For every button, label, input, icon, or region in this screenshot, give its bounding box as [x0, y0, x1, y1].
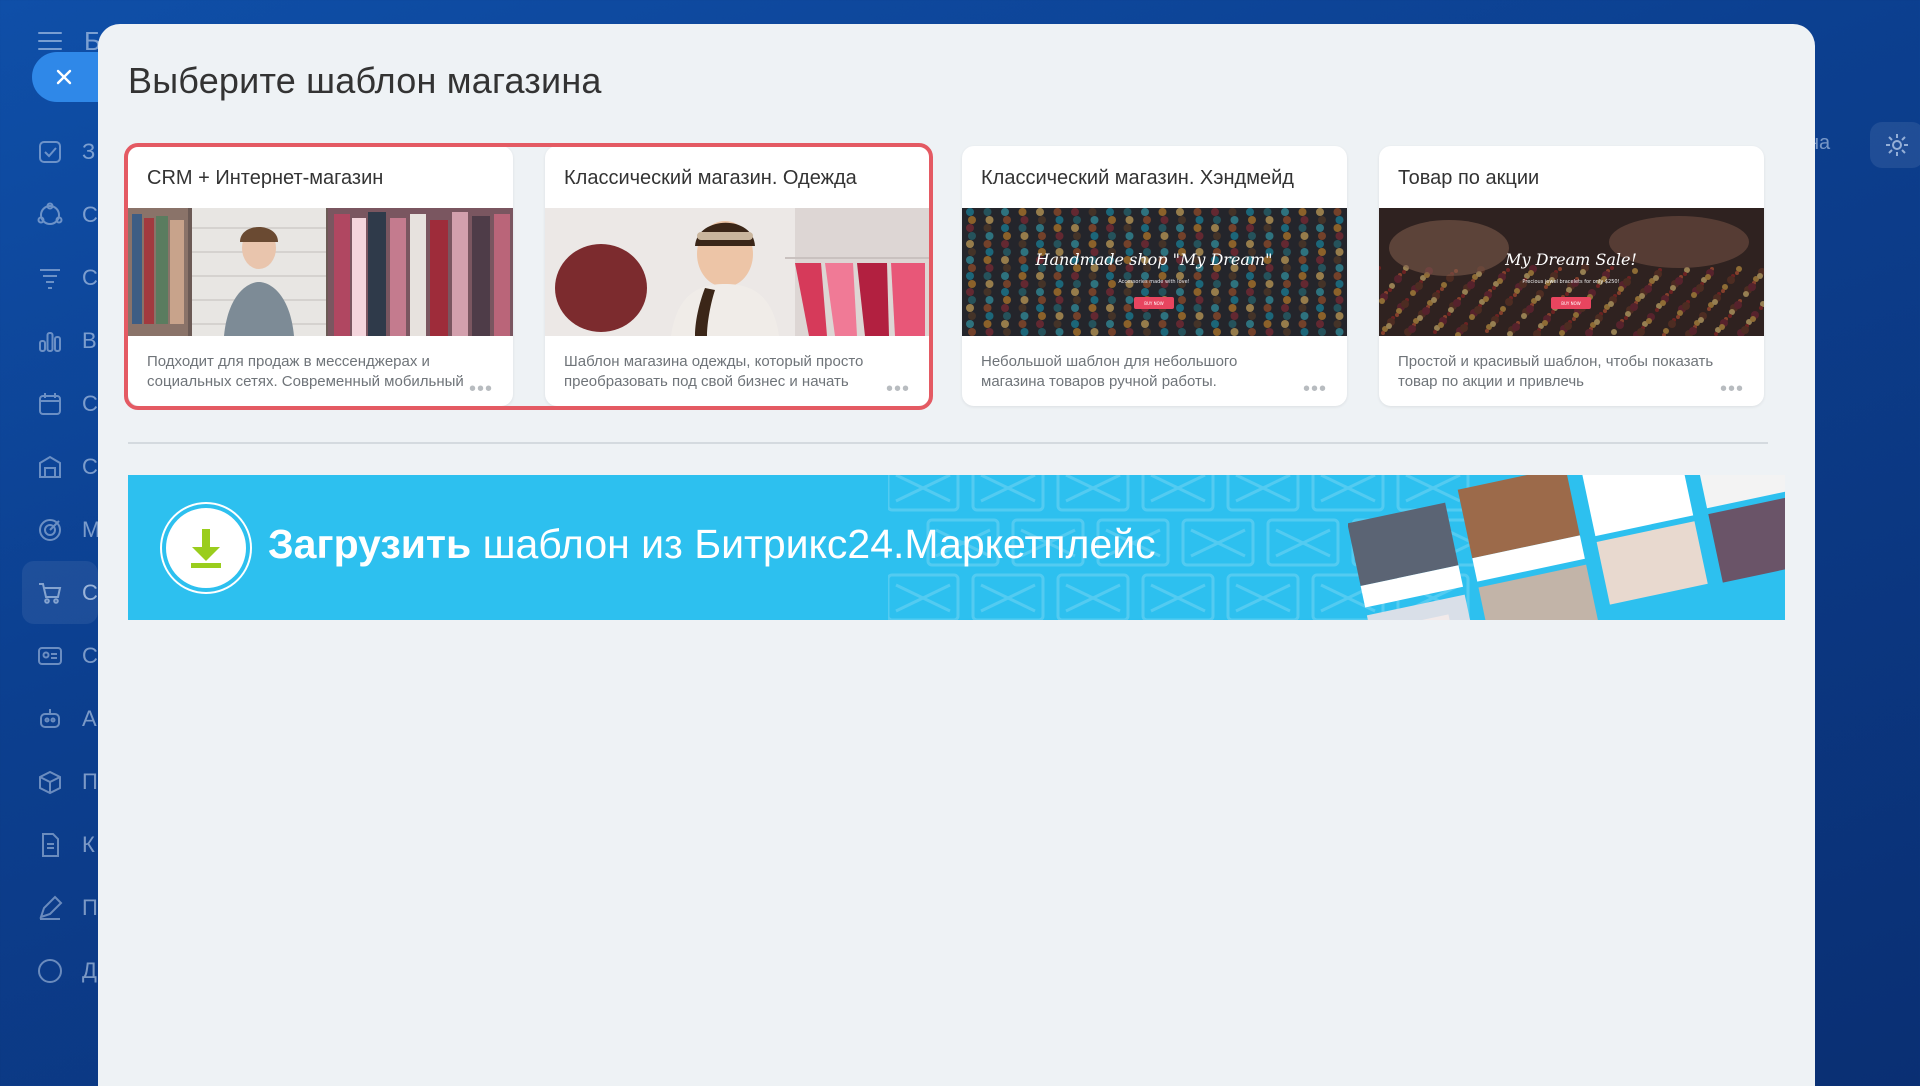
- ai-badge-icon: [38, 958, 62, 983]
- sidebar-item-analytics[interactable]: В: [22, 309, 98, 372]
- box-icon: [39, 770, 61, 794]
- template-card-title: Классический магазин. Одежда: [564, 167, 857, 189]
- bar-chart-icon: [39, 331, 61, 352]
- template-card-title: Классический магазин. Хэндмейд: [981, 167, 1294, 189]
- sidebar-item-warehouse[interactable]: С: [22, 435, 98, 498]
- sidebar-item-label: А: [82, 705, 97, 731]
- cart-icon: [39, 582, 62, 604]
- target-icon: [39, 518, 61, 541]
- template-card-sale[interactable]: Товар по акции My Dream Sale! Precious j…: [1379, 146, 1764, 406]
- more-icon[interactable]: •••: [1303, 378, 1327, 401]
- more-icon[interactable]: •••: [886, 378, 910, 401]
- page-title: Выберите шаблон магазина: [128, 60, 602, 101]
- document-icon: [42, 832, 59, 857]
- calendar-icon: [39, 392, 61, 415]
- sidebar-item-ai[interactable]: Д: [22, 939, 98, 1002]
- crm-icon: [37, 202, 63, 225]
- sidebar-item-label: С: [82, 453, 98, 479]
- sidebar-item-label: В: [82, 327, 97, 353]
- sidebar-item-documents[interactable]: К: [22, 813, 98, 876]
- template-preview-image: [545, 208, 930, 336]
- settings-button[interactable]: [1870, 122, 1920, 168]
- marketplace-banner[interactable]: Загрузить шаблон из Битрикс24.Маркетплей…: [128, 475, 1785, 620]
- clothing-store-photo: [128, 208, 513, 336]
- id-card-icon: [38, 646, 62, 665]
- template-card-clothes[interactable]: Классический магазин. Одежда Шаблон мага…: [545, 146, 930, 406]
- overlay-subtitle: Accessories made with love!: [1118, 279, 1189, 285]
- template-cards: CRM + Интернет-магазин Подходит для прод…: [128, 146, 1768, 406]
- pen-icon: [39, 895, 63, 920]
- template-card-title: Товар по акции: [1398, 167, 1540, 189]
- sidebar-item-label: С: [82, 390, 98, 416]
- template-preview-image: Handmade shop "My Dream" Accessories mad…: [962, 208, 1347, 336]
- overlay-title: My Dream Sale!: [1504, 250, 1637, 269]
- download-arrow-icon: [191, 529, 221, 568]
- sidebar-item-label: С: [82, 642, 98, 668]
- sidebar-item-sites[interactable]: С: [22, 624, 98, 687]
- sidebar-item-label: З: [82, 138, 96, 164]
- template-picker-panel: Выберите шаблон магазина CRM + Интернет-…: [98, 24, 1815, 1086]
- sidebar-item-label: С: [82, 201, 98, 227]
- left-sidebar: З С С В С С М С С А П К П Д: [22, 120, 100, 1002]
- sidebar-item-label: П: [82, 894, 98, 920]
- overlay-title: Handmade shop "My Dream": [1035, 250, 1273, 269]
- template-card-handmade[interactable]: Классический магазин. Хэндмейд Handmade …: [962, 146, 1347, 406]
- template-card-description: Небольшой шаблон для небольшого магазина…: [981, 353, 1238, 390]
- close-icon: [56, 69, 72, 85]
- template-card-crm-shop[interactable]: CRM + Интернет-магазин Подходит для прод…: [128, 146, 513, 406]
- sidebar-item-funnel[interactable]: С: [22, 246, 98, 309]
- sidebar-item-label: П: [82, 768, 98, 794]
- download-icon: [162, 504, 250, 592]
- funnel-icon: [40, 268, 60, 289]
- template-card-description: Подходит для продаж в мессенджерах и соц…: [147, 353, 464, 390]
- woman-clothing-photo: [545, 208, 930, 336]
- template-preview-image: My Dream Sale! Precious jewel bracelets …: [1379, 208, 1764, 336]
- sidebar-item-shop[interactable]: С: [22, 561, 98, 624]
- template-thumbnails-decoration: [1348, 475, 1785, 620]
- sidebar-item-tasks[interactable]: З: [22, 120, 98, 183]
- overlay-button-label: BUY NOW: [1144, 301, 1164, 306]
- sidebar-item-label: С: [82, 264, 98, 290]
- template-card-title: CRM + Интернет-магазин: [147, 167, 384, 189]
- sidebar-item-label: С: [82, 579, 98, 605]
- sidebar-item-sign[interactable]: П: [22, 876, 98, 939]
- checkbox-icon: [39, 140, 61, 163]
- sidebar-item-label: Д: [82, 957, 97, 983]
- template-card-description: Простой и красивый шаблон, чтобы показат…: [1398, 353, 1714, 390]
- overlay-subtitle: Precious jewel bracelets for only $250!: [1522, 279, 1619, 285]
- more-icon[interactable]: •••: [1720, 378, 1744, 401]
- gear-icon: [1886, 134, 1908, 156]
- overlay-button-label: BUY NOW: [1561, 301, 1581, 306]
- template-card-description: Шаблон магазина одежды, который просто п…: [564, 353, 864, 390]
- divider: [128, 442, 1768, 444]
- marketplace-banner-label: Загрузить шаблон из Битрикс24.Маркетплей…: [268, 521, 1156, 568]
- sidebar-item-label: К: [82, 831, 95, 857]
- more-icon[interactable]: •••: [469, 378, 493, 401]
- sidebar-item-products[interactable]: П: [22, 750, 98, 813]
- sidebar-item-calendar[interactable]: С: [22, 372, 98, 435]
- robot-icon: [40, 708, 60, 728]
- sidebar-item-marketing[interactable]: М: [22, 498, 100, 561]
- beads-photo: Handmade shop "My Dream" Accessories mad…: [962, 208, 1347, 336]
- jewelry-sale-photo: My Dream Sale! Precious jewel bracelets …: [1379, 208, 1764, 336]
- sidebar-item-crm[interactable]: С: [22, 183, 98, 246]
- menu-icon[interactable]: [38, 32, 62, 50]
- template-preview-image: [128, 208, 513, 336]
- sidebar-item-automation[interactable]: А: [22, 687, 98, 750]
- banner-text-rest: шаблон из Битрикс24.Маркетплейс: [471, 521, 1156, 567]
- banner-bold-text: Загрузить: [268, 521, 472, 567]
- warehouse-icon: [39, 455, 61, 478]
